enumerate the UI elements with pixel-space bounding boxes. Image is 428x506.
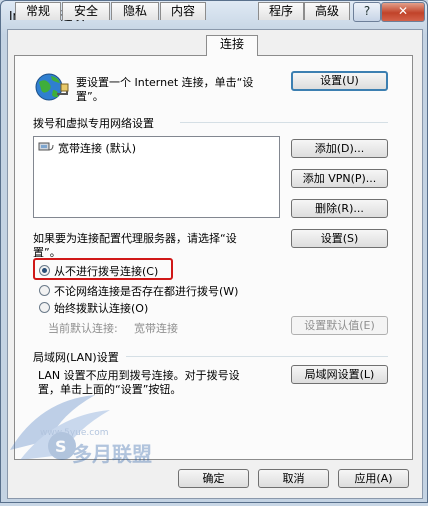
tab-security[interactable]: 安全	[62, 2, 110, 20]
tab-content[interactable]: 内容	[160, 2, 206, 20]
svg-text:S: S	[55, 437, 67, 456]
tab-connections[interactable]: 连接	[206, 35, 258, 56]
watermark-url: www.5yue.com	[40, 428, 109, 438]
add-vpn-button[interactable]: 添加 VPN(P)...	[291, 169, 388, 188]
dial-whenever-radio[interactable]	[39, 285, 50, 296]
connections-listbox[interactable]: 宽带连接 (默认)	[33, 136, 280, 218]
watermark-text: 多月联盟	[72, 442, 152, 466]
tab-advanced[interactable]: 高级	[304, 2, 350, 20]
current-default-label: 当前默认连接:	[48, 322, 118, 335]
connection-item-label[interactable]: 宽带连接 (默认)	[58, 140, 136, 156]
globe-network-icon	[33, 70, 69, 104]
divider	[180, 122, 388, 123]
cancel-button[interactable]: 取消	[258, 469, 329, 488]
add-button[interactable]: 添加(D)...	[291, 139, 388, 158]
divider	[126, 356, 388, 357]
dial-whenever-label[interactable]: 不论网络连接是否存在都进行拨号(W)	[54, 283, 238, 299]
help-button[interactable]: ?	[353, 2, 381, 22]
proxy-settings-button[interactable]: 设置(S)	[291, 229, 388, 248]
set-default-button[interactable]: 设置默认值(E)	[291, 316, 388, 335]
lan-settings-button[interactable]: 局域网设置(L)	[291, 365, 388, 384]
setup-button[interactable]: 设置(U)	[291, 71, 388, 91]
apply-button[interactable]: 应用(A)	[338, 469, 409, 488]
remove-button[interactable]: 删除(R)...	[291, 199, 388, 218]
always-dial-default-radio[interactable]	[39, 302, 50, 313]
always-dial-default-label[interactable]: 始终拨默认连接(O)	[54, 300, 148, 316]
lan-heading: 局域网(LAN)设置	[33, 351, 119, 364]
dialup-heading: 拨号和虚拟专用网络设置	[33, 117, 154, 130]
highlight-annotation-box	[33, 258, 173, 280]
current-default-value: 宽带连接	[134, 322, 178, 335]
close-button[interactable]: ✕	[381, 2, 425, 22]
setup-text-line2: 置”。	[76, 90, 104, 103]
tab-general[interactable]: 常规	[15, 2, 61, 20]
proxy-text-line1: 如果要为连接配置代理服务器，请选择“设	[33, 232, 237, 245]
tab-privacy[interactable]: 隐私	[111, 2, 159, 20]
tab-programs[interactable]: 程序	[258, 2, 304, 20]
ok-button[interactable]: 确定	[178, 469, 249, 488]
dialup-connection-icon	[38, 141, 54, 153]
site-watermark: S 多月联盟 www.5yue.com	[0, 380, 170, 503]
